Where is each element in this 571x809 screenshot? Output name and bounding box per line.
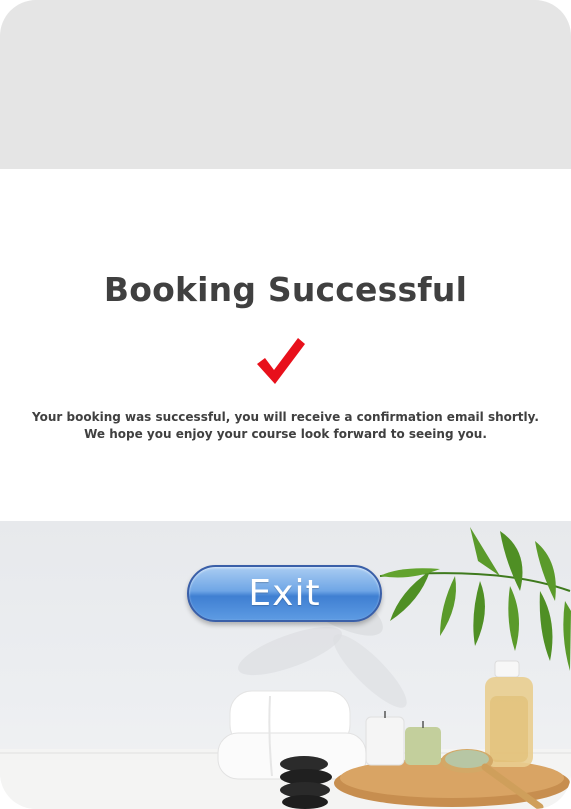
exit-button[interactable]: Exit: [187, 565, 382, 622]
message-line-1: Your booking was successful, you will re…: [32, 410, 539, 424]
exit-button-label: Exit: [248, 573, 321, 614]
booking-confirmation-card: Booking Successful Your booking was succ…: [0, 0, 571, 809]
header-band: [0, 0, 571, 169]
page-title: Booking Successful: [103, 270, 468, 309]
check-icon: [257, 338, 305, 384]
confirmation-message: Your booking was successful, you will re…: [0, 409, 571, 443]
message-line-2: We hope you enjoy your course look forwa…: [84, 427, 487, 441]
